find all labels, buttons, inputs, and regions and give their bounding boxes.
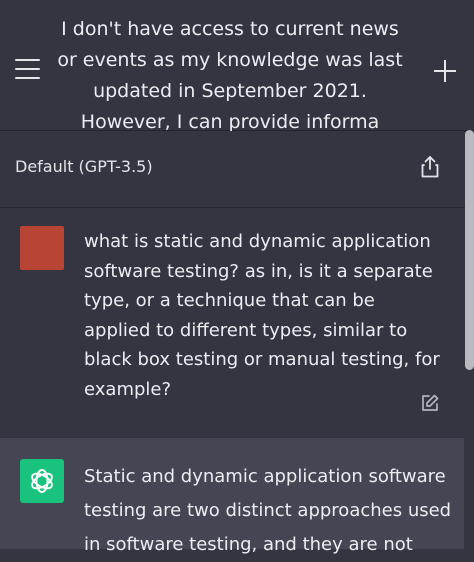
hamburger-menu-icon[interactable] <box>15 59 41 79</box>
share-icon[interactable] <box>420 155 440 179</box>
top-bar: I don't have access to current news or e… <box>0 0 474 133</box>
edit-icon[interactable] <box>420 393 440 413</box>
user-message-text: what is static and dynamic application s… <box>84 231 440 400</box>
openai-logo-icon <box>20 459 64 503</box>
model-bar: Default (GPT-3.5) <box>0 131 474 208</box>
model-label: Default (GPT-3.5) <box>15 157 153 176</box>
assistant-message-text: Static and dynamic application software … <box>84 466 452 555</box>
conversation-title: I don't have access to current news or e… <box>57 18 403 133</box>
assistant-message: Static and dynamic application software … <box>0 438 464 555</box>
scrollbar[interactable] <box>465 130 474 370</box>
avatar <box>20 226 64 270</box>
user-message: what is static and dynamic application s… <box>0 209 464 438</box>
plus-icon[interactable] <box>434 60 456 82</box>
